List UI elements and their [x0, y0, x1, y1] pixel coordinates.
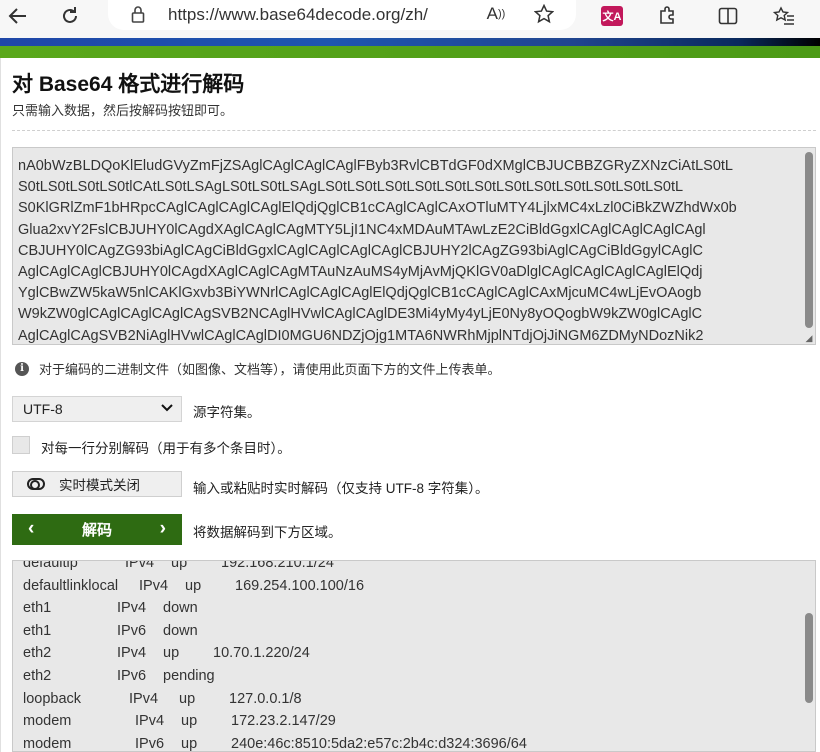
output-status-cell: up [181, 735, 198, 752]
output-name-cell: eth2 [23, 645, 52, 662]
input-line: CBJUHY0lCAgZG93biAglCAgCiBldGgxlCAglCAgl… [18, 242, 703, 259]
output-status-cell: up [163, 645, 180, 662]
input-line: W9kZW0glCAglCAglCAglCAgSVB2NCAglHVwlCAgl… [18, 306, 703, 323]
page-subtitle: 只需输入数据，然后按解码按钮即可。 [12, 103, 234, 118]
output-name-cell: loopback [23, 690, 82, 707]
decode-button-label: 解码 [81, 522, 112, 539]
input-text[interactable]: nA0bWzBLDQoKlEludGVyZmFjZSAglCAglCAglCAg… [18, 156, 798, 344]
address-bar[interactable]: https://www.base64decode.org/zh/ A)) [108, 0, 576, 30]
header-stripe-blue [0, 38, 820, 46]
charset-label: 源字符集。 [193, 405, 261, 420]
extensions-icon[interactable] [654, 4, 682, 28]
output-status-cell: up [185, 577, 202, 594]
live-mode-toggle-button[interactable]: 实时模式关闭 [12, 471, 182, 497]
decoded-output-textarea[interactable]: defaultip IPv4 up 192.168.210.1/24 defaultli… [12, 560, 816, 752]
lock-icon[interactable] [124, 2, 152, 26]
output-addr-cell: 172.23.2.147/29 [231, 713, 336, 730]
info-text: 对于编码的二进制文件（如图像、文档等），请使用此页面下方的文件上传表单。 [39, 362, 501, 377]
refresh-icon[interactable] [56, 4, 84, 28]
translate-icon[interactable]: 文A [598, 4, 626, 28]
main-content: 对 Base64 格式进行解码 只需输入数据，然后按解码按钮即可。 nA0bWz… [0, 58, 820, 752]
output-name-cell: eth1 [23, 600, 52, 617]
output-name-cell: defaultlinklocal [23, 577, 119, 594]
split-screen-icon[interactable] [714, 4, 742, 28]
toggle-off-icon [27, 478, 45, 490]
line-mode-label[interactable]: 对每一行分别解码（用于有多个条目时）。 [41, 437, 291, 457]
input-scrollbar-thumb[interactable] [805, 152, 813, 328]
output-status-cell: up [171, 560, 188, 571]
page-title: 对 Base64 格式进行解码 [12, 73, 245, 96]
output-proto-cell: IPv4 [125, 560, 155, 571]
output-status-cell: up [181, 713, 198, 730]
output-status-cell: pending [163, 668, 215, 684]
chevron-down-icon [161, 402, 173, 416]
output-addr-cell: 240e:46c:8510:5da2:e57c:2b4c:d324:3696/6… [231, 735, 527, 752]
favorite-star-icon[interactable] [530, 2, 558, 26]
output-proto-cell: IPv4 [129, 690, 159, 707]
input-line: S0tLS0tLS0tLS0tlCAtLS0tLSAgLS0tLS0tLSAgL… [18, 179, 684, 196]
decode-button[interactable]: ‹ 解码 › [12, 514, 182, 545]
output-proto-cell: IPv6 [117, 622, 147, 639]
output-status-cell: down [163, 600, 198, 617]
chevron-right-icon: › [159, 518, 166, 539]
output-name-cell: modem [23, 713, 72, 730]
favorites-icon[interactable] [770, 4, 798, 28]
file-upload-info: i 对于编码的二进制文件（如图像、文档等），请使用此页面下方的文件上传表单。 [15, 359, 501, 378]
input-line: AglCAglCAgSVB2NiAglHVwlCAglCAglDI0MGU6ND… [18, 327, 704, 344]
line-mode-checkbox[interactable] [12, 436, 30, 454]
input-line: Glua2xvY2FslCBJUHY0lCAgdXAglCAglCAgMTY5L… [18, 221, 706, 238]
decode-label: 将数据解码到下方区域。 [193, 525, 342, 540]
output-addr-cell: 169.254.100.100/16 [235, 577, 365, 594]
output-proto-cell: IPv6 [135, 735, 165, 752]
base64-input-textarea[interactable]: nA0bWzBLDQoKlEludGVyZmFjZSAglCAglCAglCAg… [12, 147, 816, 345]
output-proto-cell: IPv4 [139, 577, 169, 594]
header-stripe-green [0, 46, 820, 58]
output-proto-cell: IPv4 [135, 713, 165, 730]
output-name-cell: defaultip [23, 560, 78, 571]
output-name-cell: eth2 [23, 668, 52, 684]
live-mode-button-label: 实时模式关闭 [59, 478, 140, 493]
live-mode-label: 输入或粘贴时实时解码（仅支持 UTF-8 字符集）。 [193, 481, 489, 496]
output-name-cell: modem [23, 735, 72, 752]
output-scrollbar[interactable] [803, 561, 815, 751]
chevron-left-icon: ‹ [28, 518, 35, 539]
read-aloud-icon[interactable]: A)) [482, 2, 510, 26]
output-scrollbar-thumb[interactable] [805, 613, 813, 703]
browser-toolbar: https://www.base64decode.org/zh/ A)) 文A [0, 0, 820, 38]
output-proto-cell: IPv4 [117, 600, 147, 617]
resize-handle-icon[interactable]: ◢ [804, 333, 814, 343]
back-arrow-icon[interactable] [4, 4, 32, 28]
input-line: nA0bWzBLDQoKlEludGVyZmFjZSAglCAglCAglCAg… [18, 158, 733, 174]
output-addr-cell: 192.168.210.1/24 [221, 560, 334, 571]
output-addr-cell: 10.70.1.220/24 [213, 645, 310, 662]
output-status-cell: up [179, 690, 196, 707]
divider [12, 130, 816, 131]
output-status-cell: down [163, 622, 198, 639]
input-line: AglCAglCAglCBJUHY0lCAgdXAglCAglCAgMTAuNz… [18, 264, 703, 281]
output-proto-cell: IPv4 [117, 645, 147, 662]
output-name-cell: eth1 [23, 622, 52, 639]
output-addr-cell: 127.0.0.1/8 [229, 690, 302, 707]
charset-select[interactable]: UTF-8 [12, 396, 182, 422]
input-line: YglCBwZW5kaW5nlCAKlGxvb3BiYWNrlCAglCAglC… [18, 285, 702, 302]
input-scrollbar[interactable] [803, 148, 815, 344]
url-text[interactable]: https://www.base64decode.org/zh/ [168, 5, 428, 25]
output-proto-cell: IPv6 [117, 668, 147, 684]
info-icon: i [15, 361, 29, 376]
charset-selected-value: UTF-8 [23, 401, 63, 417]
input-line: S0KlGRlZmF1bHRpcCAglCAglCAglCAglElQdjQgl… [18, 200, 737, 217]
